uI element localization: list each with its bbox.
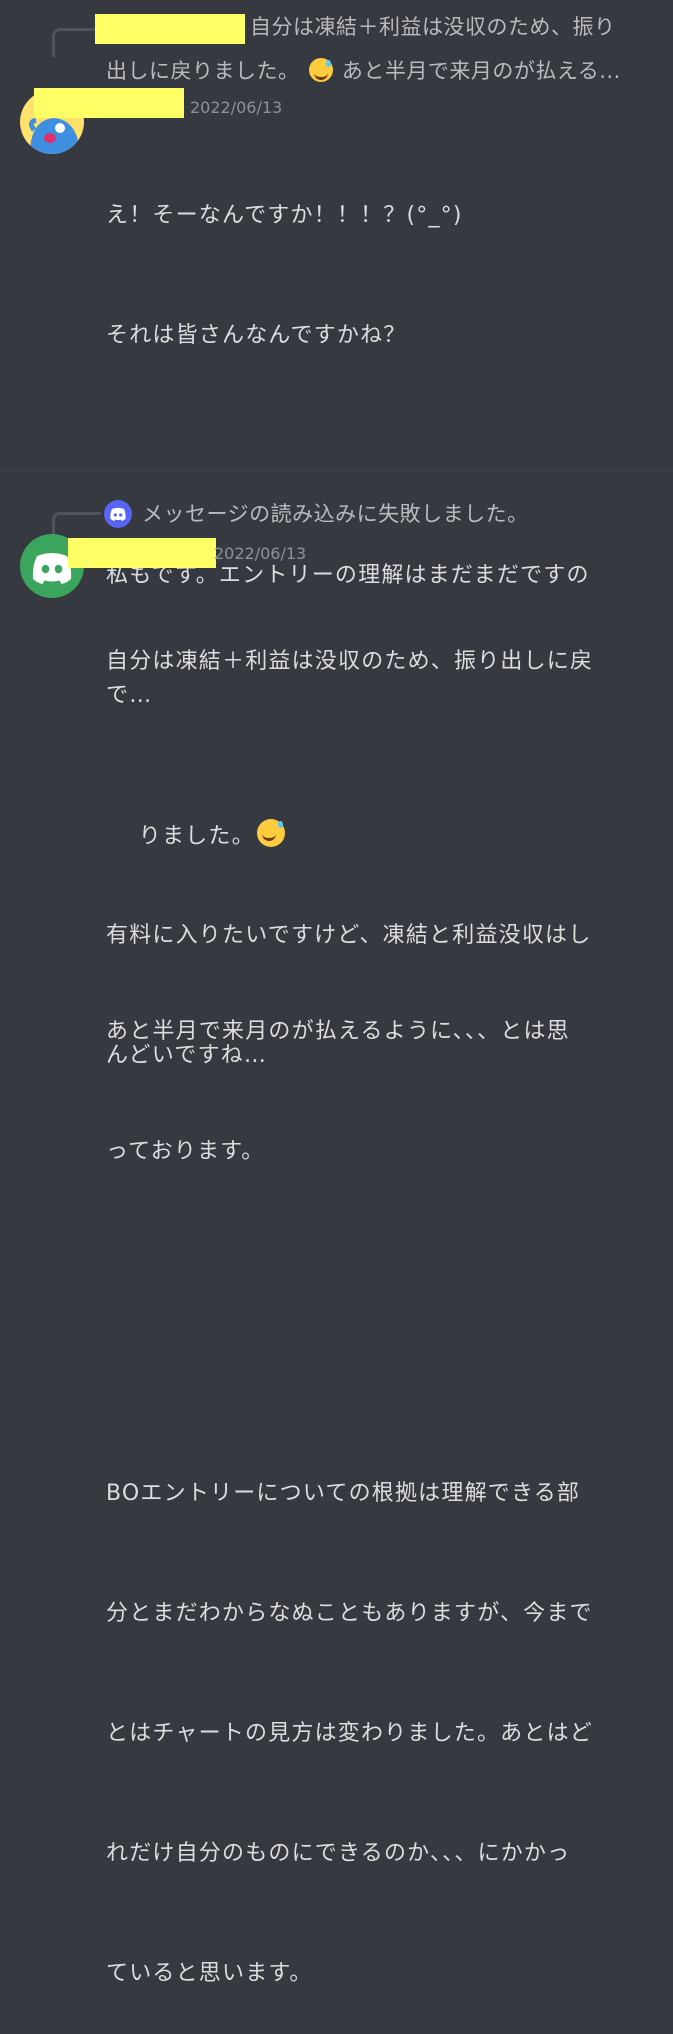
sweat-smile-emoji-icon <box>308 58 333 82</box>
message-2-line: 分とまだわからなぬこともありますが、今まで <box>106 1601 593 1626</box>
message-2-line: れだけ自分のものにできるのか、、、にかかっ <box>106 1841 571 1866</box>
message-2-line <box>106 1252 593 1292</box>
message-date-2: 2022/06/13 <box>214 544 307 563</box>
message-divider <box>0 470 673 471</box>
message-1-line: それは皆さんなんですかね？ <box>106 323 407 348</box>
author-name-redaction-1[interactable] <box>34 88 184 118</box>
message-2-line: っております。 <box>106 1139 265 1164</box>
message-2-line: りました。 <box>106 762 593 849</box>
message-2-line: BOエントリーについての根拠は理解できる部 <box>106 1481 581 1506</box>
message-body-2: 自分は凍結＋利益は没収のため、振り出しに戻 りました。 あと半月で来月のが払える… <box>106 562 593 2034</box>
discord-small-icon <box>104 500 132 528</box>
message-2-line: あと半月で来月のが払えるように、、、とは思 <box>106 1019 570 1044</box>
message-2-line: とはチャートの見方は変わりました。あとはど <box>106 1721 593 1746</box>
reply-author-redaction-1 <box>95 14 245 44</box>
reply-preview-1-line2[interactable]: 出しに戻りました。 あと半月で来月のが払える... <box>106 56 621 86</box>
message-2-line <box>106 892 593 932</box>
message-1-line: え！そーなんですか！！！？(°_°) <box>106 203 463 228</box>
message-2-line-text: りました。 <box>138 824 255 849</box>
reply-preview-1-text: 出しに戻りました。 <box>106 59 300 83</box>
message-2-line: 自分は凍結＋利益は没収のため、振り出しに戻 <box>106 649 594 674</box>
reply-preview-1-tail: あと半月で来月のが払える... <box>341 59 621 83</box>
reply-preview-2[interactable]: メッセージの読み込みに失敗しました。 <box>142 499 529 529</box>
message-2-line <box>106 1372 593 1394</box>
sweat-smile-emoji-icon <box>256 819 285 847</box>
message-date-1: 2022/06/13 <box>190 98 283 117</box>
message-2-line: ていると思います。 <box>106 1961 313 1986</box>
reply-connector-1 <box>52 28 97 57</box>
reply-preview-1[interactable]: 自分は凍結＋利益は没収のため、振り <box>250 12 616 42</box>
